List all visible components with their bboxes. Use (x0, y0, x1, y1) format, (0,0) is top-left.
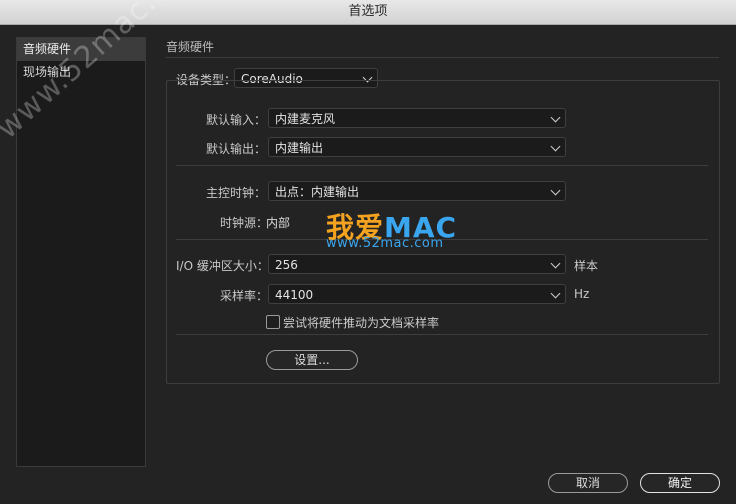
clock-source-label: 时钟源： (220, 216, 269, 230)
section-title: 音频硬件 (166, 40, 215, 54)
default-input-label: 默认输入： (206, 113, 267, 127)
try-hardware-rate-label: 尝试将硬件推动为文档采样率 (283, 316, 440, 330)
settings-button[interactable]: 设置... (266, 350, 358, 370)
ok-button[interactable]: 确定 (640, 473, 720, 493)
chevron-down-icon (550, 141, 561, 152)
default-input-select[interactable]: 内建麦克风 (268, 108, 566, 128)
section-divider (166, 57, 719, 58)
sample-rate-value: 44100 (275, 288, 314, 302)
buffer-size-unit: 样本 (574, 259, 599, 273)
chevron-down-icon (550, 112, 561, 123)
buffer-size-label: I/O 缓冲区大小： (176, 259, 269, 273)
buffer-size-value: 256 (275, 258, 298, 272)
divider (176, 334, 708, 335)
master-clock-select[interactable]: 出点：内建输出 (268, 181, 566, 201)
chevron-down-icon (550, 288, 561, 299)
chevron-down-icon (550, 258, 561, 269)
sample-rate-unit: Hz (574, 287, 590, 301)
try-hardware-rate-checkbox[interactable] (266, 315, 280, 329)
chevron-down-icon (550, 185, 561, 196)
sample-rate-label: 采样率： (220, 289, 269, 303)
cancel-button[interactable]: 取消 (548, 473, 628, 493)
clock-source-value: 内部 (266, 216, 291, 230)
default-output-label: 默认输出： (206, 142, 267, 156)
watermark-url: www.52mac.com (326, 236, 444, 251)
divider (176, 165, 708, 166)
default-output-value: 内建输出 (275, 141, 324, 155)
default-input-value: 内建麦克风 (275, 112, 336, 126)
default-output-select[interactable]: 内建输出 (268, 137, 566, 157)
buffer-size-select[interactable]: 256 (268, 254, 566, 274)
sample-rate-select[interactable]: 44100 (268, 284, 566, 304)
master-clock-label: 主控时钟： (206, 186, 267, 200)
master-clock-value: 出点：内建输出 (275, 185, 360, 199)
